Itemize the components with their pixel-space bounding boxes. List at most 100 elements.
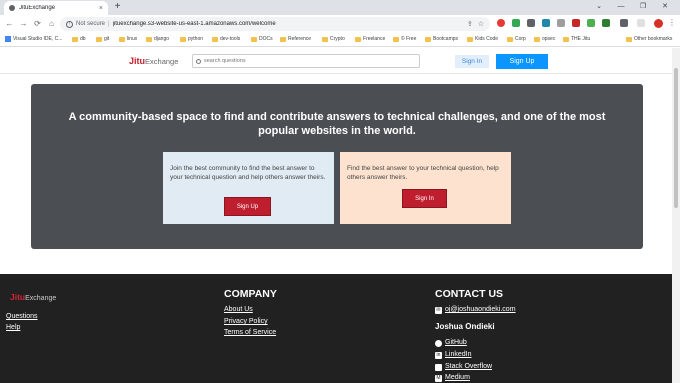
bookmark-star-icon[interactable]: ☆: [478, 20, 484, 28]
bookmark-label: Visual Studio IDE, C...: [13, 36, 63, 42]
new-tab-button[interactable]: +: [112, 2, 123, 13]
bookmark-label: © Free: [401, 36, 417, 42]
logo-main-text: Jitu: [129, 56, 146, 66]
folder-icon: [355, 36, 361, 42]
bookmark-label: Bootcamps: [433, 36, 459, 42]
extension-dark-green-icon[interactable]: [602, 19, 610, 27]
folder-icon: [425, 36, 431, 42]
bookmark-item[interactable]: Visual Studio IDE, C...: [5, 36, 62, 42]
folder-icon: [280, 36, 286, 42]
bookmark-folder[interactable]: opsec: [534, 36, 555, 42]
browser-toolbar: ← → ⟳ ⌂ ! Not secure | jituexchange.s3-w…: [0, 15, 680, 33]
close-window-button[interactable]: ✕: [654, 1, 676, 13]
footer-logo-main: Jitu: [10, 292, 26, 302]
extension-green-icon[interactable]: [587, 19, 595, 27]
site-logo[interactable]: JituExchange: [129, 56, 178, 66]
side-panel-icon[interactable]: [637, 19, 645, 27]
bookmark-folder[interactable]: THE Jitu: [563, 36, 590, 42]
linkedin-link[interactable]: LinkedIn: [445, 351, 471, 358]
url-text[interactable]: jituexchange.s3-website-us-east-1.amazon…: [113, 21, 462, 27]
search-input[interactable]: [204, 58, 416, 64]
minimize-button[interactable]: —: [610, 1, 632, 13]
email-icon: ✉: [435, 307, 442, 314]
folder-icon: [119, 36, 125, 42]
stack-overflow-icon: [435, 364, 442, 371]
signin-card: Find the best answer to your technical q…: [340, 152, 511, 224]
extensions-puzzle-icon[interactable]: [620, 19, 628, 27]
contact-email-link[interactable]: oj@joshuaondieki.com: [445, 306, 516, 313]
extension-red-icon[interactable]: [572, 19, 580, 27]
other-bookmarks-label: Other bookmarks: [634, 36, 673, 42]
bookmark-folder[interactable]: django: [146, 36, 169, 42]
browser-tab[interactable]: JituExchange ×: [4, 1, 108, 15]
footer-logo-sub: Exchange: [25, 295, 57, 302]
bookmark-folder[interactable]: Crypto: [322, 36, 345, 42]
footer-link-privacy[interactable]: Privacy Policy: [224, 318, 268, 325]
medium-link[interactable]: Medium: [445, 374, 470, 381]
signup-card-text: Join the best community to find the best…: [170, 165, 326, 181]
bookmark-folder[interactable]: Bootcamps: [425, 36, 458, 42]
stack-overflow-link[interactable]: Stack Overflow: [445, 363, 492, 370]
bookmark-folder[interactable]: python: [180, 36, 203, 42]
not-secure-label: Not secure: [76, 21, 106, 27]
browser-menu-icon[interactable]: ⋮: [668, 18, 676, 27]
url-separator: |: [108, 21, 110, 27]
browser-tabstrip: JituExchange × + ⌄ — ❐ ✕: [0, 0, 680, 15]
footer-link-about[interactable]: About Us: [224, 306, 253, 313]
not-secure-icon: !: [66, 20, 73, 28]
footer-logo[interactable]: JituExchange: [10, 292, 56, 302]
forward-icon[interactable]: →: [18, 18, 29, 29]
bookmark-folder[interactable]: git: [96, 36, 109, 42]
extension-shield-icon[interactable]: [512, 19, 520, 27]
bookmarks-bar: Visual Studio IDE, C... db git linux dja…: [0, 33, 680, 47]
folder-icon: [72, 36, 78, 42]
card-signup-button[interactable]: Sign Up: [224, 197, 271, 216]
bookmark-folder[interactable]: © Free: [393, 36, 416, 42]
tab-close-icon[interactable]: ×: [99, 5, 103, 12]
bookmark-label: THE Jitu: [571, 36, 591, 42]
bookmark-folder[interactable]: Corp: [507, 36, 526, 42]
back-icon[interactable]: ←: [4, 18, 15, 29]
other-bookmarks[interactable]: Other bookmarks: [626, 36, 672, 42]
bookmark-folder[interactable]: linux: [119, 36, 137, 42]
page-scrollbar[interactable]: [672, 48, 680, 383]
header-signin-button[interactable]: Sign In: [455, 55, 489, 68]
maximize-button[interactable]: ❐: [632, 1, 654, 13]
contact-heading: CONTACT US: [435, 288, 504, 300]
bookmark-label: Reference: [288, 36, 312, 42]
github-link[interactable]: GitHub: [445, 339, 467, 346]
bookmark-folder[interactable]: dev-tools: [212, 36, 240, 42]
header-signup-button[interactable]: Sign Up: [496, 54, 548, 69]
extension-cube-icon[interactable]: [527, 19, 535, 27]
footer-link-terms[interactable]: Terms of Service: [224, 329, 276, 336]
share-icon[interactable]: ⇪: [467, 20, 473, 28]
bookmark-folder[interactable]: db: [72, 36, 86, 42]
folder-icon: [322, 36, 328, 42]
logo-sub-text: Exchange: [145, 57, 179, 66]
folder-icon: [180, 36, 186, 42]
extension-adblock-icon[interactable]: [497, 19, 505, 27]
hero-title: A community-based space to find and cont…: [68, 111, 606, 137]
bookmark-folder[interactable]: Freelance: [355, 36, 385, 42]
folder-icon: [534, 36, 540, 42]
linkedin-icon: in: [435, 352, 442, 359]
footer-link-help[interactable]: Help: [6, 324, 20, 331]
tab-search-icon[interactable]: ⌄: [588, 1, 610, 13]
folder-icon: [212, 36, 218, 42]
bookmark-folder[interactable]: Kids Code: [467, 36, 498, 42]
card-signin-button[interactable]: Sign In: [402, 189, 447, 208]
reload-icon[interactable]: ⟳: [32, 18, 43, 29]
bookmark-folder[interactable]: Reference: [280, 36, 311, 42]
scrollbar-thumb[interactable]: [674, 68, 678, 208]
bookmark-folder[interactable]: DOCs: [251, 36, 273, 42]
folder-icon: [467, 36, 473, 42]
address-bar[interactable]: ! Not secure | jituexchange.s3-website-u…: [60, 17, 490, 31]
search-box[interactable]: [192, 54, 420, 68]
home-icon[interactable]: ⌂: [46, 18, 57, 29]
site-favicon-icon: [9, 5, 15, 11]
app-bookmark-icon: [5, 36, 11, 42]
extension-panel-icon[interactable]: [542, 19, 550, 27]
profile-avatar-icon[interactable]: [654, 19, 663, 28]
footer-link-questions[interactable]: Questions: [6, 313, 38, 320]
extension-gray-icon[interactable]: [557, 19, 565, 27]
